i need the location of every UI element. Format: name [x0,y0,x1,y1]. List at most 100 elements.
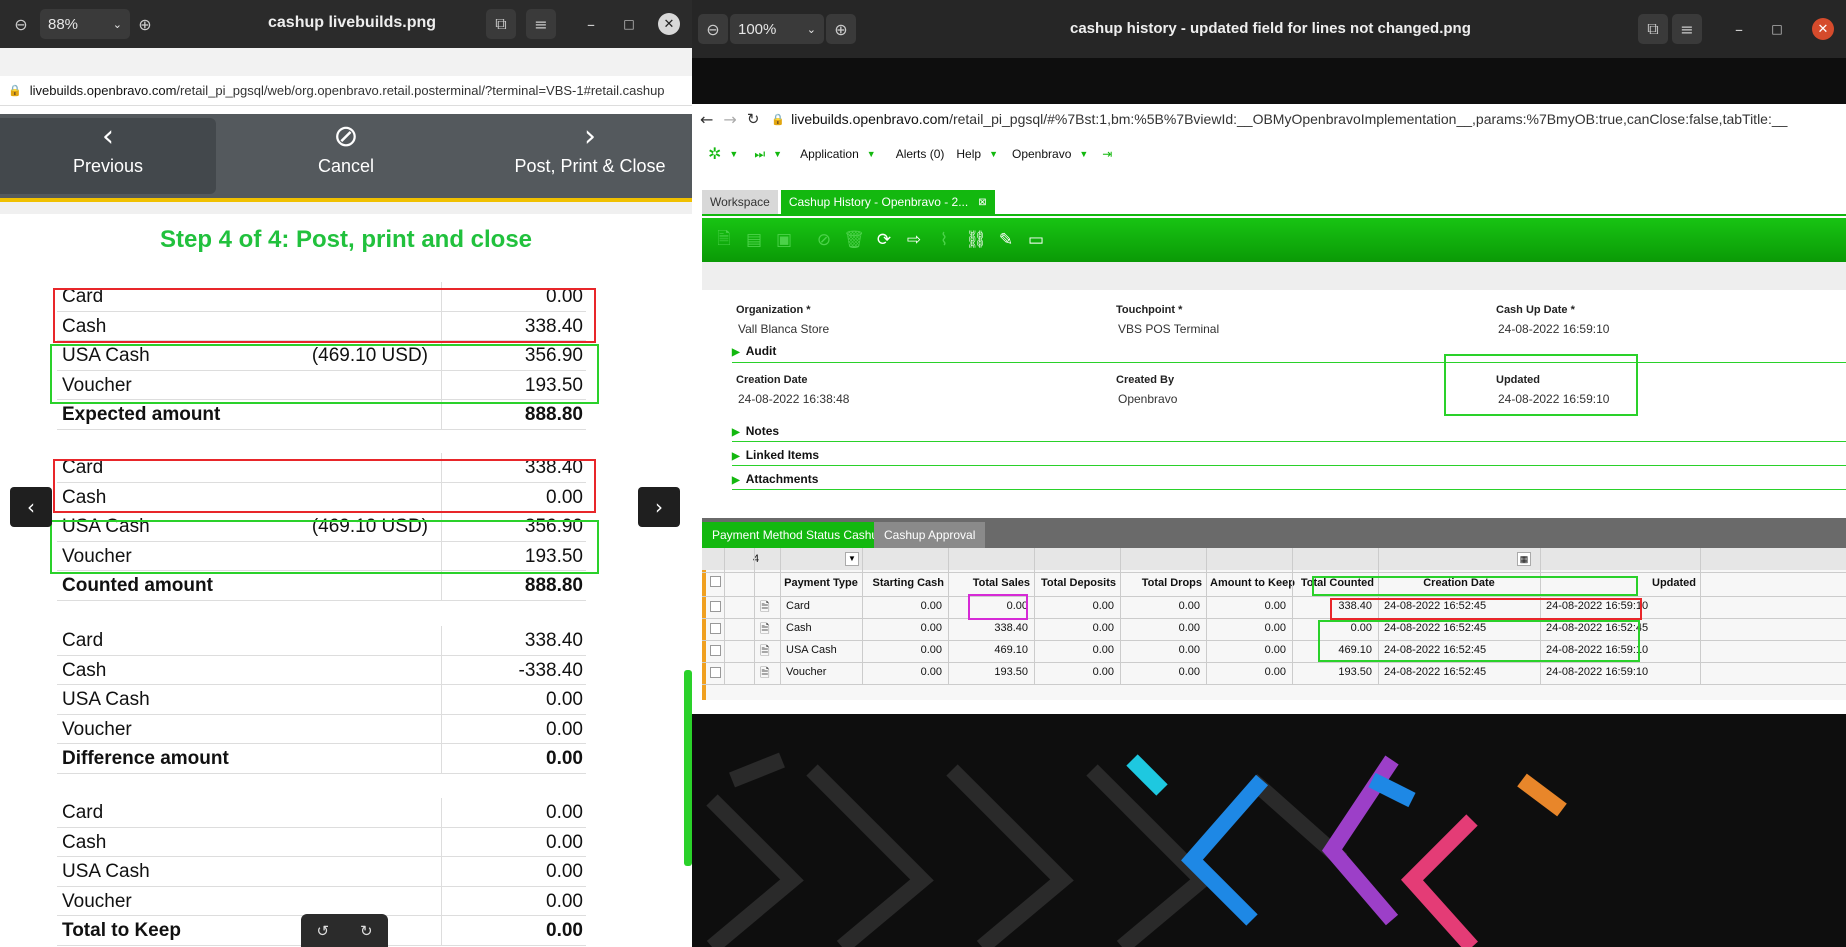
calendar-icon[interactable]: ▦ [1517,552,1531,566]
menu-icon[interactable]: ≡ [526,9,556,39]
form-view-icon[interactable]: ▭ [1024,228,1048,252]
section-notes[interactable]: Notes [732,424,779,438]
grid-cell[interactable]: 0.00 [1034,666,1120,678]
menu-alerts[interactable]: Alerts (0) [896,147,945,161]
column-header[interactable]: Amount to Keep [1206,577,1295,589]
touchpoint-value[interactable]: VBS POS Terminal [1118,322,1219,336]
back-icon[interactable]: ← [700,110,713,129]
reload-icon[interactable]: ↻ [747,110,760,128]
grid-cell[interactable]: 0.00 [862,644,948,656]
logout-icon[interactable]: ⇥ [1102,147,1112,161]
zoom-out-icon[interactable]: ⊖ [698,14,728,44]
tab-workspace[interactable]: Workspace [702,190,778,214]
grid-cell[interactable]: 0.00 [862,622,948,634]
grid-cell[interactable]: 24-08-2022 16:52:45 [1378,666,1540,678]
delete-icon[interactable]: 🗑 [842,228,866,252]
star-icon[interactable]: ✲ [708,144,721,164]
viewer-previous-icon[interactable]: ‹ [10,487,52,527]
tab-cashup-approval[interactable]: Cashup Approval [874,522,986,548]
filter-dropdown-icon[interactable]: ▼ [845,552,859,566]
open-record-icon[interactable]: 🗎 [760,664,770,685]
zoom-selector[interactable]: 88% ⌄ [40,9,130,39]
export-icon[interactable]: ⇨ [902,228,926,252]
fit-icon[interactable]: ⧉ [1638,14,1668,44]
column-header[interactable]: Payment Type [780,577,862,589]
row-checkbox[interactable] [710,667,721,678]
address-bar[interactable]: 🔒 livebuilds.openbravo.com /retail_pi_pg… [0,76,692,106]
grid-cell[interactable]: 0.00 [1206,622,1292,634]
previous-button[interactable]: ‹ Previous [0,118,216,194]
column-header[interactable]: Total Drops [1120,577,1206,589]
section-linked-items[interactable]: Linked Items [732,448,819,462]
section-audit[interactable]: Audit [732,344,777,358]
grid-cell[interactable]: 0.00 [1034,622,1120,634]
rotate-left-icon[interactable]: ↺ [316,922,329,940]
new-row-icon[interactable]: ▤ [742,228,766,252]
grid-cell[interactable]: 0.00 [1120,666,1206,678]
zoom-selector[interactable]: 100% ⌄ [730,14,824,44]
grid-cell[interactable]: 0.00 [1206,644,1292,656]
grid-cell[interactable]: 338.40 [948,622,1034,634]
menu-user[interactable]: Openbravo [1012,147,1071,161]
undo-icon[interactable]: ⊘ [812,228,836,252]
grid-cell[interactable]: Cash [780,622,862,634]
viewer-next-icon[interactable]: › [638,487,680,527]
fit-icon[interactable]: ⧉ [486,9,516,39]
menu-help[interactable]: Help [956,147,981,161]
zoom-out-icon[interactable]: ⊖ [6,9,36,39]
close-icon[interactable]: ✕ [1812,18,1834,40]
grid-cell[interactable]: 0.00 [1120,622,1206,634]
column-header[interactable]: Total Deposits [1034,577,1120,589]
post-print-close-button[interactable]: › Post, Print & Close [490,118,690,194]
quick-launch-icon[interactable]: ⏭ [754,147,765,162]
close-icon[interactable]: ✕ [658,13,680,35]
tools-icon[interactable]: ✎ [994,228,1018,252]
row-checkbox[interactable] [710,623,721,634]
maximize-icon[interactable]: □ [614,9,644,39]
attach-icon[interactable]: ⌇ [932,228,956,252]
grid-cell[interactable]: 0.00 [1120,644,1206,656]
rotate-right-icon[interactable]: ↻ [360,922,373,940]
link-icon[interactable]: ⛓ [964,228,988,252]
grid-cell[interactable]: Voucher [780,666,862,678]
cashupdate-value[interactable]: 24-08-2022 16:59:10 [1498,322,1609,336]
open-record-icon[interactable]: 🗎 [760,620,770,641]
select-all-checkbox[interactable] [710,576,721,587]
grid-cell[interactable]: USA Cash [780,644,862,656]
section-attachments[interactable]: Attachments [732,472,819,486]
row-checkbox[interactable] [710,601,721,612]
grid-cell[interactable]: 0.00 [862,666,948,678]
close-tab-icon[interactable]: ⊠ [978,197,986,208]
organization-value[interactable]: Vall Blanca Store [738,322,829,336]
forward-icon[interactable]: → [723,110,736,129]
column-header[interactable]: Total Sales [948,577,1034,589]
zoom-in-icon[interactable]: ⊕ [826,14,856,44]
grid-cell[interactable]: 469.10 [948,644,1034,656]
open-record-icon[interactable]: 🗎 [760,598,770,619]
grid-cell[interactable]: 0.00 [1206,666,1292,678]
menu-icon[interactable]: ≡ [1672,14,1702,44]
grid-cell[interactable]: 193.50 [1292,666,1378,678]
grid-cell[interactable]: 193.50 [948,666,1034,678]
row-checkbox[interactable] [710,645,721,656]
new-doc-icon[interactable]: 🗎 [712,228,736,252]
maximize-icon[interactable]: □ [1762,14,1792,44]
zoom-in-icon[interactable]: ⊕ [130,9,160,39]
column-header[interactable]: Starting Cash [862,577,948,589]
tab-payment-method-status[interactable]: Payment Method Status Cashup [702,522,895,548]
grid-cell[interactable]: Card [780,600,862,612]
save-icon[interactable]: ▣ [772,228,796,252]
grid-cell[interactable]: 0.00 [1120,600,1206,612]
cancel-button[interactable]: ⊘ Cancel [246,118,446,194]
grid-cell[interactable]: 24-08-2022 16:59:10 [1540,666,1700,678]
open-record-icon[interactable]: 🗎 [760,642,770,663]
address-bar[interactable]: ← → ↻ 🔒 livebuilds.openbravo.com /retail… [692,104,1846,134]
grid-cell[interactable]: 0.00 [1034,644,1120,656]
grid-cell[interactable]: 0.00 [862,600,948,612]
grid-cell[interactable]: 0.00 [1206,600,1292,612]
menu-application[interactable]: Application [800,147,859,161]
minimize-icon[interactable]: – [1724,14,1754,44]
minimize-icon[interactable]: – [576,9,606,39]
tab-cashup-history[interactable]: Cashup History - Openbravo - 2... ⊠ [780,190,995,214]
grid-cell[interactable]: 0.00 [1034,600,1120,612]
